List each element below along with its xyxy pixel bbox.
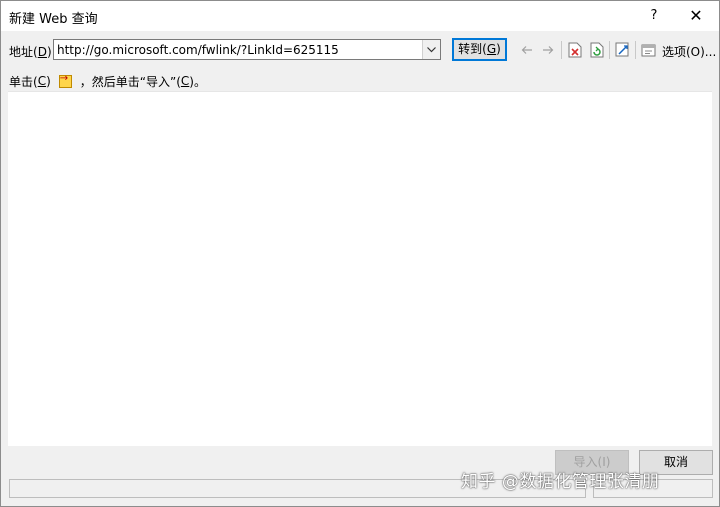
save-query-icon[interactable] [615, 42, 631, 58]
stop-icon[interactable] [567, 42, 583, 58]
watermark-text: 知乎 @数据化管理张清朋 [461, 472, 660, 492]
address-label: 地址(D): [9, 45, 56, 59]
back-arrow-icon[interactable] [519, 42, 535, 58]
address-input[interactable] [55, 41, 427, 58]
options-icon[interactable] [641, 42, 657, 58]
goto-button[interactable]: 转到(G) [452, 38, 507, 61]
select-table-arrow-icon [58, 73, 72, 88]
title-bar: 新建 Web 查询 ? ✕ [1, 1, 719, 31]
refresh-icon[interactable] [589, 42, 605, 58]
toolbar-separator [635, 41, 636, 59]
web-browser-pane[interactable] [8, 91, 712, 446]
forward-arrow-icon[interactable] [540, 42, 556, 58]
options-button[interactable]: 选项(O)... [662, 43, 716, 60]
new-web-query-dialog: 新建 Web 查询 ? ✕ 地址(D): 转到(G) [0, 0, 720, 507]
help-button[interactable]: ? [637, 3, 671, 29]
close-button[interactable]: ✕ [677, 3, 715, 29]
chevron-down-icon [427, 46, 436, 52]
instruction-text: 单击(C)，然后单击“导入”(C)。 [9, 73, 206, 89]
toolbar-separator [561, 41, 562, 59]
dialog-title: 新建 Web 查询 [9, 12, 98, 27]
address-dropdown-button[interactable] [422, 40, 440, 59]
toolbar-separator [609, 41, 610, 59]
address-combobox[interactable] [53, 39, 441, 60]
toolbar: 地址(D): 转到(G) [1, 32, 719, 68]
